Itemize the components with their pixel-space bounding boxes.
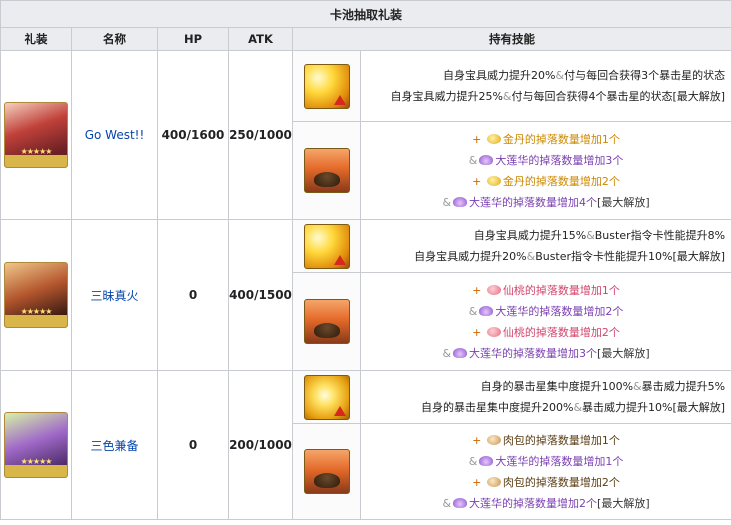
- ce-atk: 400/1500: [228, 219, 293, 371]
- item-link[interactable]: 肉包的掉落数量增加2个: [503, 476, 620, 489]
- ce-portrait[interactable]: ★★★★★: [4, 102, 68, 168]
- item-link[interactable]: 大莲华的掉落数量增加2个: [469, 497, 597, 510]
- ce-hp: 400/1600: [157, 50, 229, 220]
- lotus-icon: [479, 455, 494, 466]
- ce-name-link[interactable]: Go West!!: [71, 50, 158, 220]
- drop-bag-icon: [303, 449, 350, 494]
- skill-icon-cell: [292, 50, 361, 122]
- col-header-atk: ATK: [228, 27, 293, 51]
- skill-icon-cell: [292, 370, 361, 424]
- np-power-up-icon: [303, 63, 350, 109]
- ce-hp: 0: [157, 219, 229, 371]
- drop-effect: + 仙桃的掉落数量增加1个 & 大莲华的掉落数量增加2个 + 仙桃的掉落数量增加2…: [359, 272, 731, 371]
- item-link[interactable]: 金丹的掉落数量增加1个: [503, 133, 620, 146]
- table-caption: 卡池抽取礼装: [0, 0, 731, 28]
- col-header-name: 名称: [71, 27, 158, 51]
- col-header-ce: 礼装: [0, 27, 72, 51]
- item-link[interactable]: 肉包的掉落数量增加1个: [503, 434, 620, 447]
- item-link[interactable]: 大莲华的掉落数量增加4个: [469, 196, 597, 209]
- meat-bun-icon: [486, 476, 501, 487]
- skill-effect: 自身宝具威力提升15%&Buster指令卡性能提升8% 自身宝具威力提升20%&…: [359, 219, 731, 273]
- drop-bag-icon: [303, 148, 350, 193]
- skill-icon-cell: [292, 219, 361, 273]
- meat-bun-icon: [486, 434, 501, 445]
- skill-icon-cell: [292, 121, 361, 220]
- drop-effect: + 肉包的掉落数量增加1个 & 大莲华的掉落数量增加1个 + 肉包的掉落数量增加2…: [359, 423, 731, 520]
- ce-image-cell: ★★★★★: [0, 219, 72, 371]
- skill-effect: 自身宝具威力提升20%&付与每回合获得3个暴击星的状态 自身宝具威力提升25%&…: [359, 50, 731, 122]
- item-link[interactable]: 金丹的掉落数量增加2个: [503, 175, 620, 188]
- ce-image-cell: ★★★★★: [0, 370, 72, 520]
- item-link[interactable]: 仙桃的掉落数量增加2个: [503, 326, 620, 339]
- ce-name-link[interactable]: 三色兼备: [71, 370, 158, 520]
- peach-icon: [486, 326, 501, 337]
- ce-image-cell: ★★★★★: [0, 50, 72, 220]
- gold-pill-icon: [486, 133, 501, 144]
- gold-pill-icon: [486, 175, 501, 186]
- item-link[interactable]: 大莲华的掉落数量增加3个: [469, 347, 597, 360]
- ce-name-link[interactable]: 三昧真火: [71, 219, 158, 371]
- skill-effect: 自身的暴击星集中度提升100%&暴击威力提升5% 自身的暴击星集中度提升200%…: [359, 370, 731, 424]
- ce-portrait[interactable]: ★★★★★: [4, 262, 68, 328]
- ce-atk: 250/1000: [228, 50, 293, 220]
- lotus-icon: [453, 347, 468, 358]
- lotus-icon: [479, 305, 494, 316]
- lotus-icon: [453, 196, 468, 207]
- skill-icon-cell: [292, 272, 361, 371]
- drop-effect: + 金丹的掉落数量增加1个 & 大莲华的掉落数量增加3个 + 金丹的掉落数量增加2…: [359, 121, 731, 220]
- ce-hp: 0: [157, 370, 229, 520]
- drop-bag-icon: [303, 299, 350, 344]
- item-link[interactable]: 大莲华的掉落数量增加2个: [495, 305, 623, 318]
- skill-icon-cell: [292, 423, 361, 520]
- item-link[interactable]: 大莲华的掉落数量增加1个: [495, 455, 623, 468]
- np-power-up-icon: [303, 223, 350, 269]
- item-link[interactable]: 大莲华的掉落数量增加3个: [495, 154, 623, 167]
- peach-icon: [486, 284, 501, 295]
- lotus-icon: [479, 154, 494, 165]
- item-link[interactable]: 仙桃的掉落数量增加1个: [503, 284, 620, 297]
- col-header-skills: 持有技能: [291, 27, 731, 51]
- lotus-icon: [453, 497, 468, 508]
- ce-portrait[interactable]: ★★★★★: [4, 412, 68, 478]
- col-header-hp: HP: [157, 27, 229, 51]
- star-gather-up-icon: [303, 374, 350, 420]
- ce-atk: 200/1000: [228, 370, 293, 520]
- craft-essence-table: 卡池抽取礼装 礼装 名称 HP ATK 持有技能 ★★★★★ Go West!!…: [0, 0, 731, 520]
